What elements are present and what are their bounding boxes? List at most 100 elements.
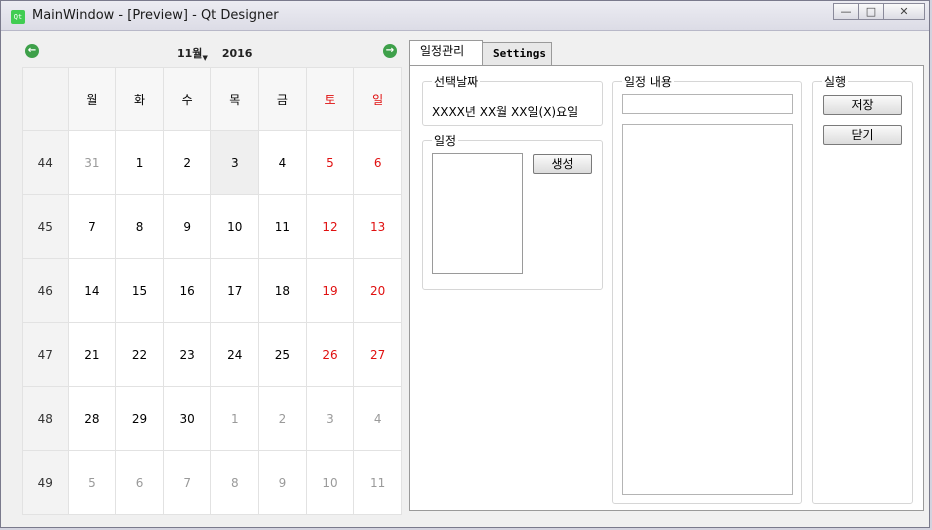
calendar-day[interactable]: 10 (210, 194, 260, 259)
actions-group-title: 실행 (822, 73, 849, 90)
schedule-content-group-title: 일정 내용 (622, 73, 674, 90)
schedule-title-input[interactable] (622, 94, 793, 114)
minimize-button[interactable]: — (833, 3, 859, 20)
calendar-day-other-month[interactable]: 4 (353, 386, 402, 451)
calendar-day[interactable]: 7 (67, 194, 117, 259)
month-dropdown[interactable]: 11월 (177, 45, 202, 61)
calendar-day[interactable]: 23 (162, 322, 212, 387)
window-controls: — □ ✕ (833, 3, 925, 20)
save-button[interactable]: 저장 (823, 95, 902, 115)
week-number: 49 (22, 450, 69, 515)
calendar-day[interactable]: 13 (353, 194, 402, 259)
calendar-day[interactable]: 5 (305, 130, 355, 195)
calendar-week-row: 45 7 8 9 10 11 12 13 (22, 194, 402, 259)
calendar-day-other-month[interactable]: 5 (67, 450, 117, 515)
calendar-day-selected[interactable]: 3 (210, 130, 260, 195)
calendar-day-other-month[interactable]: 31 (67, 130, 117, 195)
calendar-day[interactable]: 27 (353, 322, 402, 387)
week-number: 44 (22, 130, 69, 195)
weekday-header: 수 (162, 67, 212, 131)
week-number: 47 (22, 322, 69, 387)
selected-date-group-title: 선택날짜 (432, 73, 481, 90)
calendar-day[interactable]: 4 (258, 130, 307, 195)
calendar-day[interactable]: 28 (67, 386, 117, 451)
close-button[interactable]: 닫기 (823, 125, 902, 145)
maximize-button[interactable]: □ (858, 3, 884, 20)
tab-widget: 일정관리 Settings 선택날짜 XXXX년 XX월 XX일(X)요일 일정… (409, 32, 928, 522)
selected-date-group: 선택날짜 XXXX년 XX월 XX일(X)요일 (422, 73, 603, 126)
calendar-day[interactable]: 20 (353, 258, 402, 323)
create-button[interactable]: 생성 (533, 154, 592, 174)
calendar-day[interactable]: 25 (258, 322, 307, 387)
calendar-day[interactable]: 30 (162, 386, 212, 451)
calendar-day[interactable]: 16 (162, 258, 212, 323)
year-spinbox[interactable]: 2016 (222, 47, 253, 60)
calendar-navigation: ← 11월▼ 2016 → (22, 37, 402, 67)
calendar-week-row: 49 5 6 7 8 9 10 11 (22, 450, 402, 515)
calendar-day-other-month[interactable]: 6 (115, 450, 164, 515)
calendar-day-other-month[interactable]: 3 (305, 386, 355, 451)
calendar-week-row: 46 14 15 16 17 18 19 20 (22, 258, 402, 323)
calendar-week-row: 44 31 1 2 3 4 5 6 (22, 130, 402, 195)
calendar-day[interactable]: 14 (67, 258, 117, 323)
actions-group: 실행 저장 닫기 (812, 73, 913, 504)
calendar-day-other-month[interactable]: 10 (305, 450, 355, 515)
calendar-day[interactable]: 29 (115, 386, 164, 451)
weekday-header: 금 (258, 67, 307, 131)
calendar-day[interactable]: 15 (115, 258, 164, 323)
calendar-day[interactable]: 26 (305, 322, 355, 387)
calendar-day[interactable]: 6 (353, 130, 402, 195)
calendar-day-other-month[interactable]: 9 (258, 450, 307, 515)
prev-month-button[interactable]: ← (25, 44, 39, 58)
tab-schedule[interactable]: 일정관리 (409, 40, 483, 65)
week-number: 48 (22, 386, 69, 451)
calendar-day[interactable]: 12 (305, 194, 355, 259)
schedule-list[interactable] (432, 153, 523, 274)
schedule-content-textarea[interactable] (622, 124, 793, 495)
calendar-widget: ← 11월▼ 2016 → 월 화 수 목 금 토 일 44 31 1 2 3 4 5 6 45 7 8 9 10 11 1… (22, 37, 402, 515)
calendar-corner (22, 67, 69, 131)
calendar-day[interactable]: 21 (67, 322, 117, 387)
calendar-day[interactable]: 11 (258, 194, 307, 259)
tab-settings[interactable]: Settings (482, 42, 552, 65)
schedule-list-group-title: 일정 (432, 132, 459, 149)
calendar-day[interactable]: 17 (210, 258, 260, 323)
calendar-day[interactable]: 2 (162, 130, 212, 195)
month-year-selector: 11월▼ 2016 (177, 45, 252, 62)
close-window-button[interactable]: ✕ (883, 3, 925, 20)
weekday-header: 목 (210, 67, 260, 131)
chevron-down-icon[interactable]: ▼ (202, 54, 207, 62)
maximize-icon: □ (865, 5, 877, 18)
calendar-day[interactable]: 9 (162, 194, 212, 259)
main-window: Qt MainWindow - [Preview] - Qt Designer … (0, 0, 930, 528)
qt-app-icon: Qt (11, 10, 25, 24)
weekday-header: 토 (305, 67, 355, 131)
calendar-week-row: 48 28 29 30 1 2 3 4 (22, 386, 402, 451)
minimize-icon: — (840, 5, 852, 18)
calendar-day-other-month[interactable]: 11 (353, 450, 402, 515)
calendar-day[interactable]: 24 (210, 322, 260, 387)
calendar-day[interactable]: 22 (115, 322, 164, 387)
calendar-week-row: 47 21 22 23 24 25 26 27 (22, 322, 402, 387)
calendar-day-other-month[interactable]: 7 (162, 450, 212, 515)
title-bar[interactable]: Qt MainWindow - [Preview] - Qt Designer … (1, 1, 929, 31)
weekday-header: 일 (353, 67, 402, 131)
window-title: MainWindow - [Preview] - Qt Designer (32, 8, 279, 23)
selected-date-label: XXXX년 XX월 XX일(X)요일 (432, 105, 579, 119)
central-widget: ← 11월▼ 2016 → 월 화 수 목 금 토 일 44 31 1 2 3 4 5 6 45 7 8 9 10 11 1… (10, 32, 928, 522)
calendar-day-other-month[interactable]: 8 (210, 450, 260, 515)
calendar-day[interactable]: 19 (305, 258, 355, 323)
next-month-button[interactable]: → (383, 44, 397, 58)
calendar-day-other-month[interactable]: 2 (258, 386, 307, 451)
calendar-grid: 월 화 수 목 금 토 일 44 31 1 2 3 4 5 6 45 7 8 9 10 11 12 13 46 14 15 16 17… (22, 67, 402, 515)
arrow-left-icon: ← (27, 45, 37, 56)
calendar-day[interactable]: 1 (115, 130, 164, 195)
week-number: 46 (22, 258, 69, 323)
schedule-list-group: 일정 생성 (422, 132, 603, 290)
calendar-day[interactable]: 18 (258, 258, 307, 323)
calendar-day-other-month[interactable]: 1 (210, 386, 260, 451)
weekday-header: 월 (67, 67, 117, 131)
close-icon: ✕ (899, 5, 909, 18)
calendar-day[interactable]: 8 (115, 194, 164, 259)
arrow-right-icon: → (385, 45, 395, 56)
